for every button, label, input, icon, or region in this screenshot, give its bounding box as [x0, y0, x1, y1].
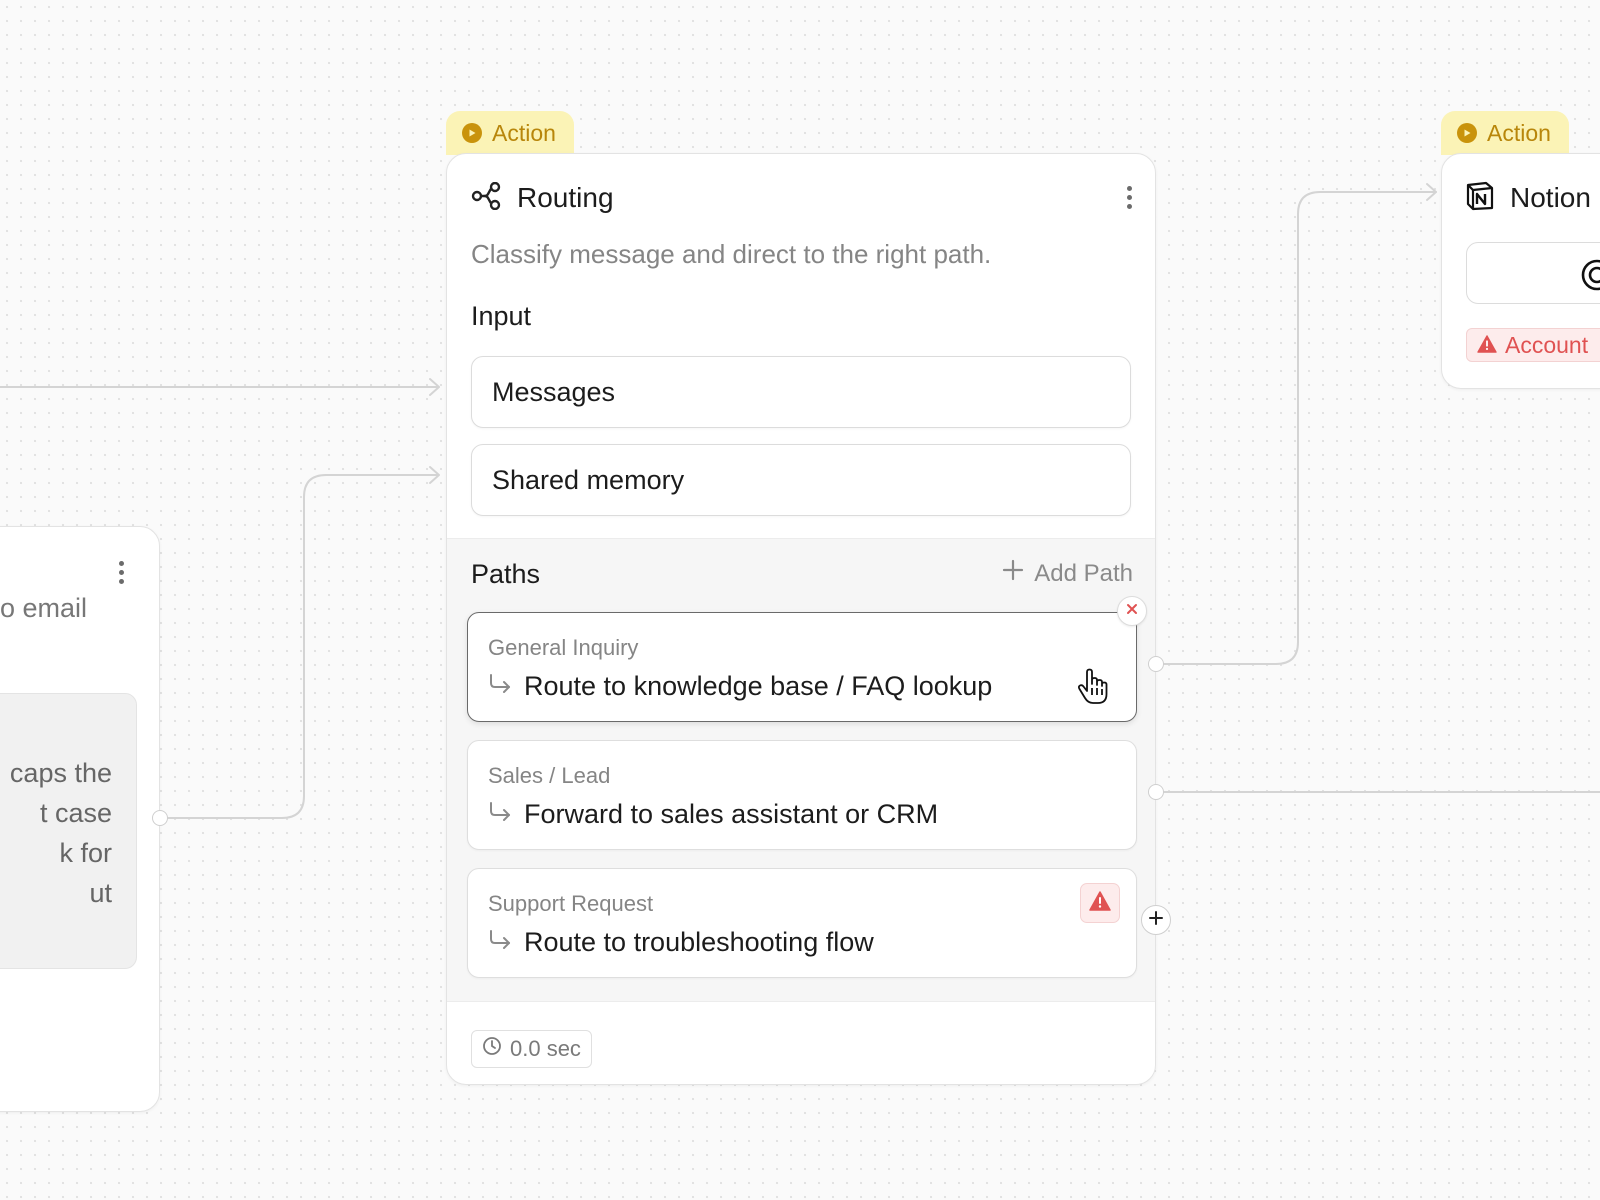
left-node-output-port[interactable]	[152, 810, 168, 826]
path-destination: Forward to sales assistant or CRM	[488, 799, 938, 830]
play-circle-icon	[1457, 123, 1477, 143]
notion-action-tag: Action	[1441, 111, 1569, 155]
path-warning-badge[interactable]	[1080, 883, 1120, 923]
path-destination: Route to troubleshooting flow	[488, 927, 874, 958]
path-card-support-request[interactable]: Support Request Route to troubleshooting…	[467, 868, 1137, 978]
routing-node-header: Routing	[471, 176, 614, 220]
path-card-sales-lead[interactable]: Sales / Lead Forward to sales assistant …	[467, 740, 1137, 850]
path-destination: Route to knowledge base / FAQ lookup	[488, 671, 992, 702]
sales-lead-output-port[interactable]	[1148, 784, 1164, 800]
add-path-button[interactable]: Add Path	[1002, 559, 1133, 588]
notion-node[interactable]: Notion Account	[1441, 153, 1600, 389]
path-destination-label: Route to knowledge base / FAQ lookup	[524, 671, 993, 701]
account-warning-label: Account	[1505, 331, 1589, 358]
notion-logo-icon	[1464, 180, 1496, 217]
shared-memory-input[interactable]: Shared memory	[471, 444, 1131, 516]
return-arrow-icon	[488, 927, 512, 958]
hand-pointer-icon	[1076, 668, 1110, 711]
plus-icon	[1148, 910, 1164, 931]
add-path-label: Add Path	[1034, 559, 1133, 587]
tag-label: Action	[492, 119, 556, 146]
close-icon	[1126, 602, 1138, 620]
duration-label: 0.0 sec	[510, 1036, 581, 1061]
input-section-label: Input	[471, 301, 532, 331]
edge-arrow-shared-memory	[429, 466, 440, 484]
duration-badge: 0.0 sec	[471, 1030, 592, 1068]
routing-node-menu-icon[interactable]	[1119, 180, 1139, 214]
left-node[interactable]: o email caps the t case k for ut	[0, 526, 160, 1112]
left-node-description: o email	[0, 593, 87, 623]
clock-icon	[482, 1036, 502, 1062]
path-destination-label: Forward to sales assistant or CRM	[524, 799, 939, 829]
warning-icon	[1477, 332, 1497, 359]
routing-node-title: Routing	[517, 182, 614, 213]
paths-section-label: Paths	[471, 559, 541, 589]
return-arrow-icon	[488, 799, 512, 830]
notion-node-header: Notion	[1464, 176, 1591, 220]
workflow-canvas[interactable]: o email caps the t case k for ut Action	[0, 0, 1600, 1200]
plus-icon	[1002, 559, 1024, 588]
prompt-line: ut	[89, 878, 112, 908]
remove-path-button[interactable]	[1117, 596, 1147, 626]
paths-panel: Paths Add Path General Inquiry Route to …	[447, 538, 1155, 1002]
branch-icon	[471, 181, 501, 215]
path-name: General Inquiry	[488, 635, 639, 660]
routing-node[interactable]: Routing Classify message and direct to t…	[446, 153, 1156, 1085]
left-node-prompt-box[interactable]: caps the t case k for ut	[0, 693, 137, 969]
edge-arrow-notion	[1426, 183, 1437, 201]
return-arrow-icon	[488, 671, 512, 702]
prompt-line: k for	[59, 838, 112, 868]
edge-general-to-notion	[1155, 191, 1437, 665]
support-request-add-connection-button[interactable]	[1141, 905, 1171, 935]
edge-arrow-messages	[429, 378, 440, 396]
general-inquiry-output-port[interactable]	[1148, 656, 1164, 672]
prompt-line: caps the	[9, 758, 112, 788]
path-card-general-inquiry[interactable]: General Inquiry Route to knowledge base …	[467, 612, 1137, 722]
left-node-menu-icon[interactable]	[111, 555, 131, 589]
target-icon	[1579, 257, 1600, 298]
path-destination-label: Route to troubleshooting flow	[524, 927, 874, 957]
path-name: Support Request	[488, 891, 654, 916]
messages-input[interactable]: Messages	[471, 356, 1131, 428]
warning-icon	[1089, 890, 1111, 916]
notion-account-select[interactable]	[1466, 242, 1600, 304]
prompt-line: t case	[39, 798, 112, 828]
tag-label: Action	[1487, 119, 1551, 146]
path-name: Sales / Lead	[488, 763, 611, 788]
edge-left-to-shared-memory	[159, 474, 439, 819]
play-circle-icon	[462, 123, 482, 143]
routing-action-tag: Action	[446, 111, 574, 155]
routing-node-description: Classify message and direct to the right…	[471, 239, 992, 269]
notion-node-title: Notion	[1510, 182, 1591, 213]
notion-account-warning: Account	[1466, 328, 1600, 362]
